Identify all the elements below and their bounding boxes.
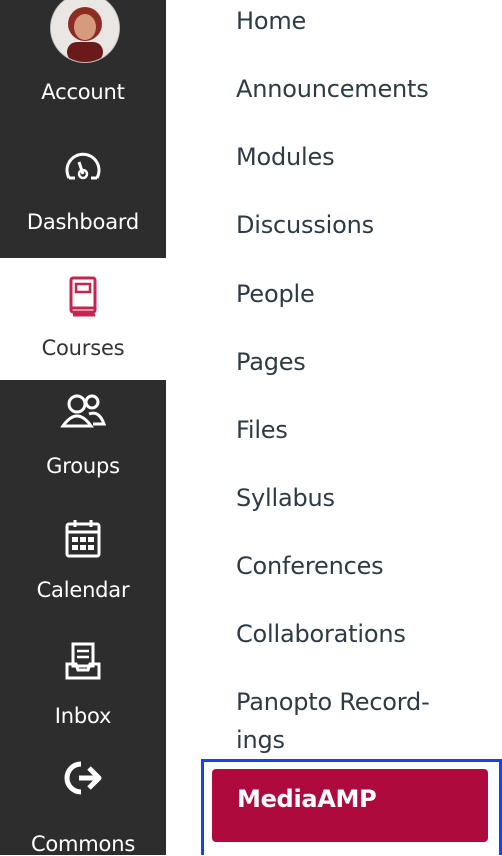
course-nav-home[interactable]: Home [236,7,306,35]
course-nav-discussions[interactable]: Discussions [236,211,374,239]
book-icon [0,274,166,320]
calendar-icon [0,518,166,560]
course-nav-panopto-line2[interactable]: ings [236,726,285,754]
course-nav-pages[interactable]: Pages [236,348,306,376]
commons-arrow-icon [0,758,166,798]
global-nav-courses[interactable]: Courses [0,274,166,374]
global-nav-commons[interactable]: Commons [0,758,166,856]
course-nav-announcements[interactable]: Announcements [236,75,429,103]
calendar-label: Calendar [36,578,130,602]
commons-label: Commons [30,832,136,856]
course-nav-syllabus[interactable]: Syllabus [236,484,335,512]
account-label: Account [41,80,125,104]
course-nav-panopto-line1[interactable]: Panopto Record- [236,688,430,716]
dashboard-gauge-icon [0,146,166,186]
global-nav-inbox[interactable]: Inbox [0,640,166,740]
people-icon [0,392,166,432]
global-nav-calendar[interactable]: Calendar [0,518,166,618]
inbox-label: Inbox [54,704,112,728]
course-nav-conferences[interactable]: Conferences [236,552,384,580]
course-nav-collaborations[interactable]: Collaborations [236,620,406,648]
dashboard-label: Dashboard [26,210,140,234]
course-nav-modules[interactable]: Modules [236,143,335,171]
courses-label: Courses [41,336,125,360]
mediaamp-label: MediaAMP [237,785,377,813]
course-nav-people[interactable]: People [236,280,315,308]
global-nav-account[interactable]: Account [0,0,166,120]
inbox-icon [0,640,166,684]
course-nav-files[interactable]: Files [236,416,288,444]
course-nav-mediaamp[interactable]: MediaAMP [212,769,488,842]
avatar [51,0,119,62]
global-nav-dashboard[interactable]: Dashboard [0,146,166,246]
global-nav-groups[interactable]: Groups [0,392,166,492]
global-nav: Account Dashboard Courses Groups Calenda… [0,0,166,856]
groups-label: Groups [46,454,120,478]
